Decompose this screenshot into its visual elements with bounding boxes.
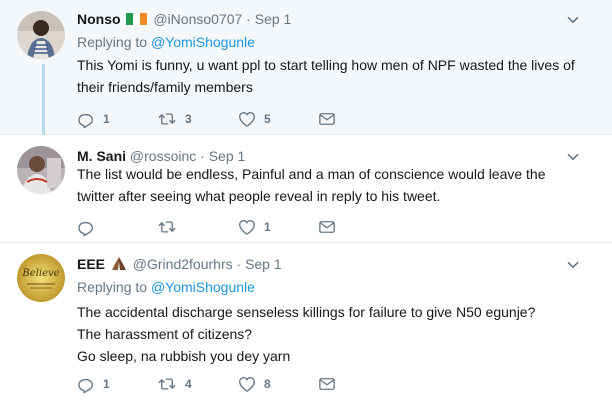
retweet-button[interactable]: 3 [157,110,192,128]
message-button[interactable] [318,110,336,128]
message-button[interactable] [318,218,336,236]
mention-link[interactable]: @YomiShogunle [151,34,255,50]
message-icon [318,375,336,393]
chevron-down-icon[interactable] [566,150,580,164]
avatar[interactable] [17,146,65,194]
display-name[interactable]: EEE [77,256,105,272]
thread-line [42,64,45,144]
avatar-image [17,146,65,194]
handle[interactable]: @iNonso0707 [153,11,242,27]
tweet-text: The accidental discharge senseless killi… [77,301,577,367]
chevron-down-icon[interactable] [566,13,580,27]
tweet[interactable]: EEE @Grind2fourhrs · Sep 1 Replying to @… [0,243,612,401]
replying-to-label: Replying to [77,279,148,295]
tweet-text: This Yomi is funny, u want ppl to start … [77,54,577,98]
timestamp[interactable]: Sep 1 [209,148,246,164]
like-icon [238,375,256,393]
tweet-text-line: This Yomi is funny, u want ppl to start … [77,57,575,73]
like-icon [238,110,256,128]
display-name[interactable]: M. Sani [77,148,126,164]
separator: · [236,256,242,272]
reply-count: 1 [103,112,110,126]
chevron-down-icon[interactable] [566,258,580,272]
reply-count: 1 [103,377,110,391]
reply-icon [77,375,95,393]
like-count: 1 [264,220,271,234]
tweet-text-line: twitter after seeing what people reveal … [77,188,441,204]
like-count: 5 [264,112,271,126]
tweet[interactable]: Nonso @iNonso0707 · Sep 1 Replying to @Y… [0,0,612,144]
avatar-image: Believe [17,254,65,302]
timestamp[interactable]: Sep 1 [255,11,292,27]
mention-link[interactable]: @YomiShogunle [151,279,255,295]
handle[interactable]: @Grind2fourhrs [133,256,233,272]
tweet[interactable]: M. Sani @rossoinc · Sep 1 The list would… [0,135,612,243]
reply-button[interactable]: 1 [77,110,110,128]
praying-hands-icon [111,257,126,270]
tweet-text-line: The accidental discharge senseless killi… [77,304,536,320]
message-icon [318,218,336,236]
like-button[interactable]: 8 [238,375,271,393]
reply-button[interactable]: 1 [77,375,110,393]
like-button[interactable]: 5 [238,110,271,128]
message-button[interactable] [318,375,336,393]
tweet-text-line: The harassment of citizens? [77,326,253,342]
display-name[interactable]: Nonso [77,11,121,27]
replying-to: Replying to @YomiShogunle [77,33,255,51]
tweet-header: Nonso @iNonso0707 · Sep 1 [77,10,291,28]
reply-icon [77,110,95,128]
message-icon [318,110,336,128]
retweet-icon [157,375,177,393]
avatar[interactable]: Believe [17,254,65,302]
separator: · [200,148,205,164]
tweet-text-line: The list would be endless, Painful and a… [77,166,546,182]
retweet-button[interactable]: 4 [157,375,192,393]
reply-button[interactable] [77,218,103,236]
nigeria-flag-icon [126,11,148,25]
retweet-icon [157,218,177,236]
tweet-header: EEE @Grind2fourhrs · Sep 1 [77,255,282,273]
timestamp[interactable]: Sep 1 [245,256,282,272]
retweet-button[interactable] [157,218,185,236]
replying-to-label: Replying to [77,34,148,50]
tweet-text-line: Go sleep, na rubbish you dey yarn [77,348,291,364]
retweet-count: 3 [185,112,192,126]
avatar[interactable] [17,11,65,59]
avatar-text: Believe [21,268,59,279]
separator: · [246,11,251,27]
tweet-text: The list would be endless, Painful and a… [77,163,577,207]
like-icon [238,218,256,236]
retweet-icon [157,110,177,128]
reply-icon [77,218,95,236]
like-count: 8 [264,377,271,391]
handle[interactable]: @rossoinc [130,148,196,164]
avatar-image [17,11,65,59]
like-button[interactable]: 1 [238,218,271,236]
tweet-text-line: their friends/family members [77,79,253,95]
replying-to: Replying to @YomiShogunle [77,278,255,296]
retweet-count: 4 [185,377,192,391]
